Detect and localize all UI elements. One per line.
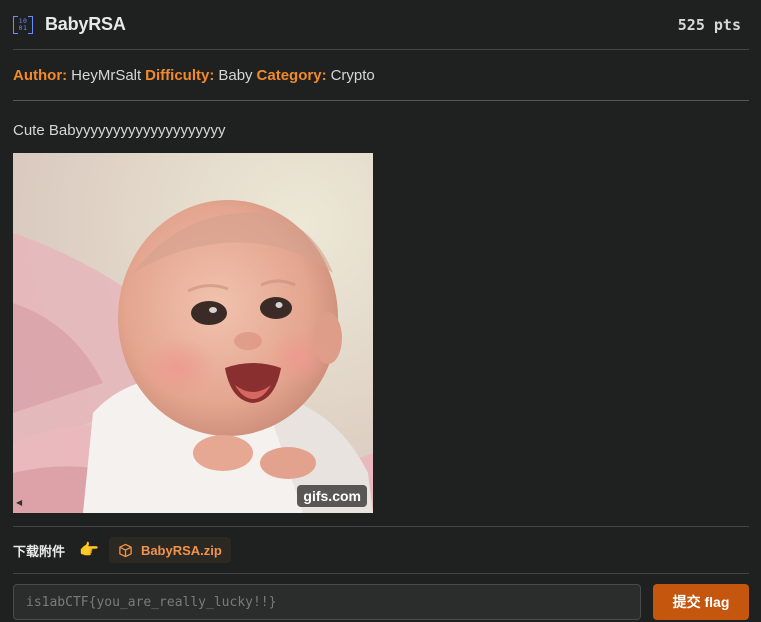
challenge-page: 10 01 BabyRSA 525 pts Author: HeyMrSalt D… [0,0,761,622]
challenge-title: BabyRSA [45,14,126,34]
category-label: Category: [256,66,327,84]
difficulty-value: Baby [218,66,253,84]
attachments-row: 下载附件 👉 BabyRSA.zip [13,526,749,574]
challenge-description: Cute Babyyyyyyyyyyyyyyyyyyyy [13,122,226,139]
baby-gif-image: ◀ gifs.com [13,153,373,513]
package-icon [119,543,132,557]
flag-input[interactable] [13,584,641,620]
attachments-label: 下载附件 [13,543,66,559]
difficulty-label: Difficulty: [145,66,215,84]
challenge-header: 10 01 BabyRSA 525 pts [13,0,749,50]
challenge-points: 525 pts [677,15,741,34]
submit-flag-button[interactable]: 提交 flag [653,584,749,620]
file-name: BabyRSA.zip [140,542,222,558]
challenge-meta: Author: HeyMrSalt Difficulty: Baby Categ… [13,50,749,101]
baby-illustration [13,153,373,513]
binary-icon: 10 01 [13,15,33,34]
author-label: Author: [13,66,68,84]
title-group: 10 01 BabyRSA [13,14,126,35]
download-file-button[interactable]: BabyRSA.zip [108,537,231,563]
gifs-watermark: gifs.com [297,485,367,507]
mute-icon[interactable]: ◀ [16,499,24,507]
pointing-hand-icon: 👉 [79,542,99,559]
category-value: Crypto [330,66,375,84]
author-value: HeyMrSalt [71,66,142,84]
